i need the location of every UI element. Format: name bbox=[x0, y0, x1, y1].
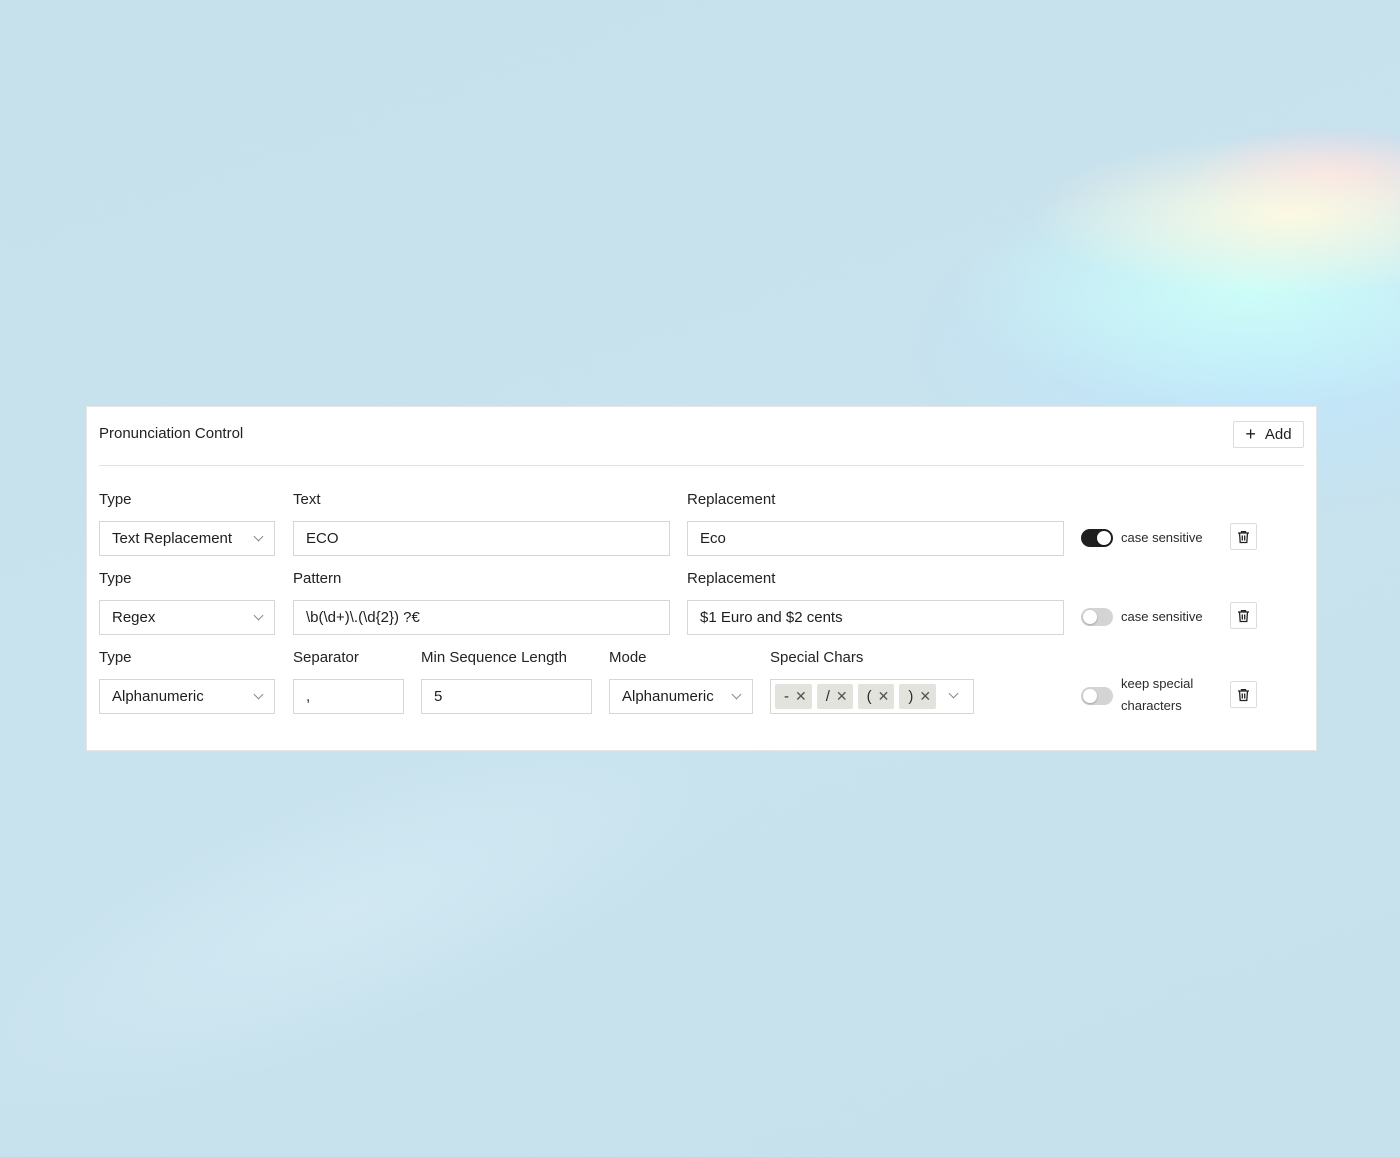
panel-title: Pronunciation Control bbox=[99, 425, 244, 442]
replacement-input[interactable]: Eco bbox=[687, 521, 1064, 556]
type-select-value: Alphanumeric bbox=[112, 688, 204, 705]
delete-row-button[interactable] bbox=[1230, 602, 1257, 629]
chevron-down-icon bbox=[253, 531, 264, 542]
pronunciation-control-panel: Pronunciation Control + Add Type Text Re… bbox=[86, 406, 1317, 751]
keep-special-characters-label: keep special characters bbox=[1121, 673, 1193, 717]
type-select[interactable]: Alphanumeric bbox=[99, 679, 275, 714]
min-sequence-length-label: Min Sequence Length bbox=[421, 649, 567, 666]
special-char-tag: / ✕ bbox=[816, 684, 853, 709]
tag-label: ( bbox=[866, 688, 872, 705]
mode-select-value: Alphanumeric bbox=[622, 688, 714, 705]
toggle-label-line: characters bbox=[1121, 698, 1182, 713]
replacement-label: Replacement bbox=[687, 570, 776, 587]
case-sensitive-toggle[interactable] bbox=[1081, 529, 1113, 547]
panel-header: Pronunciation Control + Add bbox=[99, 407, 1304, 466]
replacement-label: Replacement bbox=[687, 491, 776, 508]
delete-row-button[interactable] bbox=[1230, 681, 1257, 708]
add-button[interactable]: + Add bbox=[1233, 421, 1304, 448]
special-chars-label: Special Chars bbox=[770, 649, 864, 666]
pattern-input[interactable]: \b(\d+)\.(\d{2}) ?€ bbox=[293, 600, 670, 635]
close-icon[interactable]: ✕ bbox=[878, 688, 890, 705]
type-select-value: Text Replacement bbox=[112, 530, 233, 547]
add-button-label: Add bbox=[1264, 426, 1292, 443]
type-select[interactable]: Regex bbox=[99, 600, 275, 635]
trash-icon bbox=[1238, 609, 1249, 622]
toggle-knob bbox=[1083, 689, 1097, 703]
separator-label: Separator bbox=[293, 649, 359, 666]
mode-select[interactable]: Alphanumeric bbox=[609, 679, 753, 714]
chevron-down-icon bbox=[253, 610, 264, 621]
special-char-tag: ( ✕ bbox=[857, 684, 895, 709]
case-sensitive-toggle[interactable] bbox=[1081, 608, 1113, 626]
text-input[interactable]: ECO bbox=[293, 521, 670, 556]
close-icon[interactable]: ✕ bbox=[919, 688, 931, 705]
separator-input[interactable]: , bbox=[293, 679, 404, 714]
trash-icon bbox=[1238, 688, 1249, 701]
text-label: Text bbox=[293, 491, 321, 508]
chevron-down-icon bbox=[253, 689, 264, 700]
keep-special-characters-toggle[interactable] bbox=[1081, 687, 1113, 705]
replacement-input[interactable]: $1 Euro and $2 cents bbox=[687, 600, 1064, 635]
delete-row-button[interactable] bbox=[1230, 523, 1257, 550]
special-char-tag: - ✕ bbox=[775, 684, 812, 709]
close-icon[interactable]: ✕ bbox=[836, 688, 848, 705]
type-label: Type bbox=[99, 649, 132, 666]
toggle-label-line: keep special bbox=[1121, 676, 1194, 691]
special-char-tag: ) ✕ bbox=[899, 684, 937, 709]
special-chars-select[interactable]: - ✕ / ✕ ( ✕ ) ✕ bbox=[770, 679, 974, 714]
chevron-down-icon[interactable] bbox=[948, 688, 959, 699]
case-sensitive-label: case sensitive bbox=[1121, 609, 1203, 624]
plus-icon: + bbox=[1245, 423, 1256, 444]
type-label: Type bbox=[99, 570, 132, 587]
toggle-knob bbox=[1083, 610, 1097, 624]
mode-label: Mode bbox=[609, 649, 647, 666]
min-sequence-length-input[interactable]: 5 bbox=[421, 679, 592, 714]
tag-label: - bbox=[784, 688, 789, 705]
pattern-label: Pattern bbox=[293, 570, 342, 587]
chevron-down-icon bbox=[731, 689, 742, 700]
type-select[interactable]: Text Replacement bbox=[99, 521, 275, 556]
tag-label: / bbox=[825, 688, 830, 705]
trash-icon bbox=[1238, 530, 1249, 543]
tag-label: ) bbox=[908, 688, 914, 705]
toggle-knob bbox=[1097, 531, 1111, 545]
type-label: Type bbox=[99, 491, 132, 508]
type-select-value: Regex bbox=[112, 609, 156, 626]
close-icon[interactable]: ✕ bbox=[795, 688, 807, 705]
case-sensitive-label: case sensitive bbox=[1121, 530, 1203, 545]
